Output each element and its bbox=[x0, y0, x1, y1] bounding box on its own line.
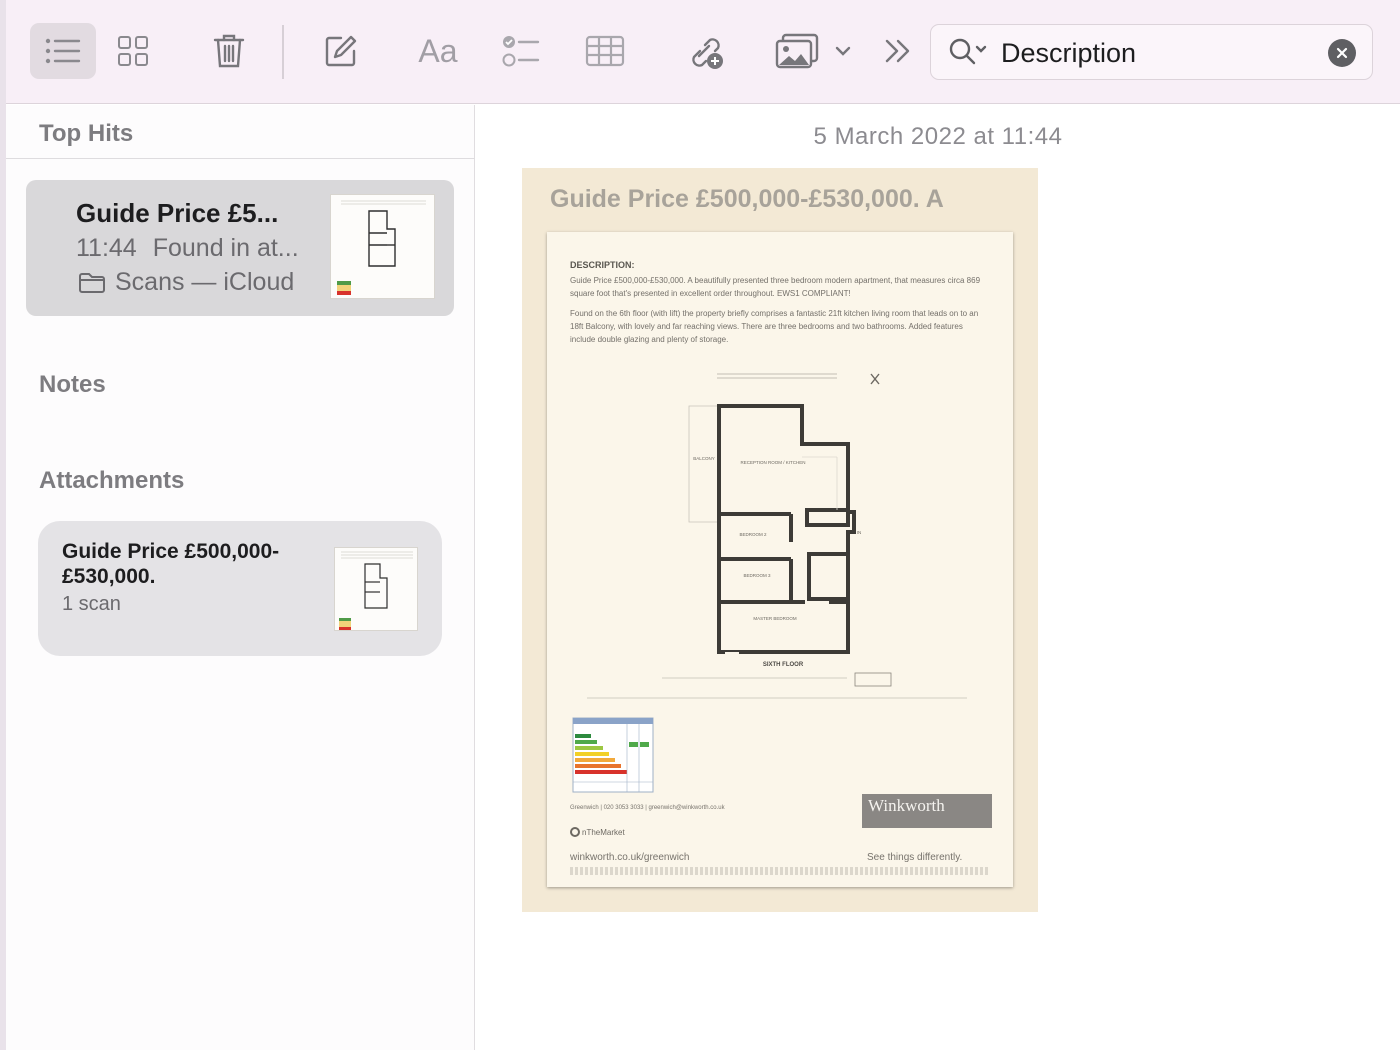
onthemarket-logo: nTheMarket bbox=[570, 827, 625, 837]
search-icon bbox=[949, 38, 987, 65]
doc-heading: DESCRIPTION: bbox=[570, 260, 635, 270]
winkworth-logo: Winkworth bbox=[862, 794, 992, 828]
search-results-sidebar: Top Hits Guide Price £5... 11:44 Found in… bbox=[6, 105, 475, 1050]
note-time: 11:44 bbox=[76, 234, 137, 262]
checklist-icon bbox=[502, 36, 540, 67]
doc-paragraph-2: Found on the 6th floor (with lift) the p… bbox=[570, 309, 979, 344]
label-bedroom-2: BEDROOM 2 bbox=[739, 532, 767, 537]
epc-chart bbox=[572, 717, 654, 793]
format-label: Aa bbox=[418, 32, 458, 69]
format-button[interactable]: Aa bbox=[408, 23, 468, 79]
new-note-button[interactable] bbox=[316, 23, 366, 79]
doc-paragraph-1: Guide Price £500,000-£530,000. A beautif… bbox=[570, 276, 981, 298]
media-button[interactable] bbox=[768, 23, 858, 79]
folder-icon bbox=[79, 272, 105, 293]
chevron-down-icon bbox=[835, 46, 851, 56]
label-balcony: BALCONY bbox=[693, 456, 715, 461]
folder-name: Scans — iCloud bbox=[115, 268, 295, 296]
note-meta: 11:44 Found in at... bbox=[76, 234, 299, 263]
floor-label: SIXTH FLOOR bbox=[763, 662, 804, 668]
search-input[interactable] bbox=[1001, 33, 1321, 73]
section-divider bbox=[6, 158, 475, 159]
note-folder: Scans — iCloud bbox=[78, 268, 294, 297]
label-bedroom-3: BEDROOM 3 bbox=[743, 573, 771, 578]
agent-website: winkworth.co.uk/greenwich bbox=[570, 852, 690, 863]
scanned-page: DESCRIPTION: Guide Price £500,000-£530,0… bbox=[547, 232, 1013, 887]
more-tools-button[interactable] bbox=[878, 23, 918, 79]
link-add-icon bbox=[692, 38, 723, 69]
note-date: 5 March 2022 at 11:44 bbox=[813, 123, 1063, 150]
gallery-view-button[interactable] bbox=[106, 23, 160, 79]
chevron-double-right-icon bbox=[885, 39, 910, 63]
checklist-button[interactable] bbox=[496, 23, 546, 79]
list-view-button[interactable] bbox=[30, 23, 96, 79]
agent-contact: Greenwich | 020 3053 3033 | greenwich@wi… bbox=[570, 805, 725, 811]
section-top-hits: Top Hits bbox=[39, 120, 134, 147]
member-text: nTheMarket bbox=[582, 827, 625, 837]
section-attachments: Attachments bbox=[39, 467, 185, 494]
section-notes: Notes bbox=[39, 371, 106, 398]
photo-icon bbox=[775, 33, 819, 69]
scan-attachment[interactable]: Guide Price £500,000-£530,000. A DESCRIP… bbox=[522, 168, 1038, 912]
attachment-title: Guide Price £500,000-£530,000. bbox=[62, 540, 280, 588]
floor-plan: BALCONY RECEPTION ROOM / KITCHEN BEDROOM… bbox=[572, 373, 967, 793]
scan-title: Guide Price £500,000-£530,000. A bbox=[550, 185, 944, 213]
top-hit-note-card[interactable]: Guide Price £5... 11:44 Found in at... Sc… bbox=[26, 180, 454, 316]
table-button[interactable] bbox=[580, 23, 630, 79]
toolbar-divider bbox=[282, 25, 284, 79]
attachment-card[interactable]: Guide Price £500,000-£530,000. 1 scan bbox=[38, 521, 442, 656]
attachment-count: 1 scan bbox=[62, 593, 121, 615]
collaborate-button[interactable] bbox=[681, 23, 731, 79]
close-icon bbox=[1336, 47, 1348, 59]
list-icon bbox=[45, 38, 81, 64]
fine-print bbox=[570, 867, 990, 875]
search-field[interactable] bbox=[930, 24, 1373, 80]
note-editor: 5 March 2022 at 11:44 Guide Price £500,0… bbox=[476, 105, 1400, 1050]
note-thumbnail bbox=[330, 194, 435, 299]
grid-icon bbox=[118, 36, 148, 66]
label-master-bedroom: MASTER BEDROOM bbox=[753, 616, 797, 621]
attachment-thumbnail bbox=[334, 547, 418, 631]
clear-search-button[interactable] bbox=[1328, 39, 1356, 67]
trash-icon bbox=[213, 34, 245, 68]
toolbar: Aa bbox=[6, 0, 1400, 104]
compose-icon bbox=[325, 35, 357, 67]
agent-slogan: See things differently. bbox=[867, 852, 963, 863]
label-reception: RECEPTION ROOM / KITCHEN bbox=[740, 460, 805, 465]
table-icon bbox=[585, 35, 625, 67]
label-in: IN bbox=[857, 530, 862, 535]
location-pin-icon bbox=[570, 827, 580, 837]
note-title: Guide Price £5... bbox=[76, 198, 279, 228]
note-snippet: Found in at... bbox=[152, 234, 299, 262]
delete-button[interactable] bbox=[204, 23, 254, 79]
